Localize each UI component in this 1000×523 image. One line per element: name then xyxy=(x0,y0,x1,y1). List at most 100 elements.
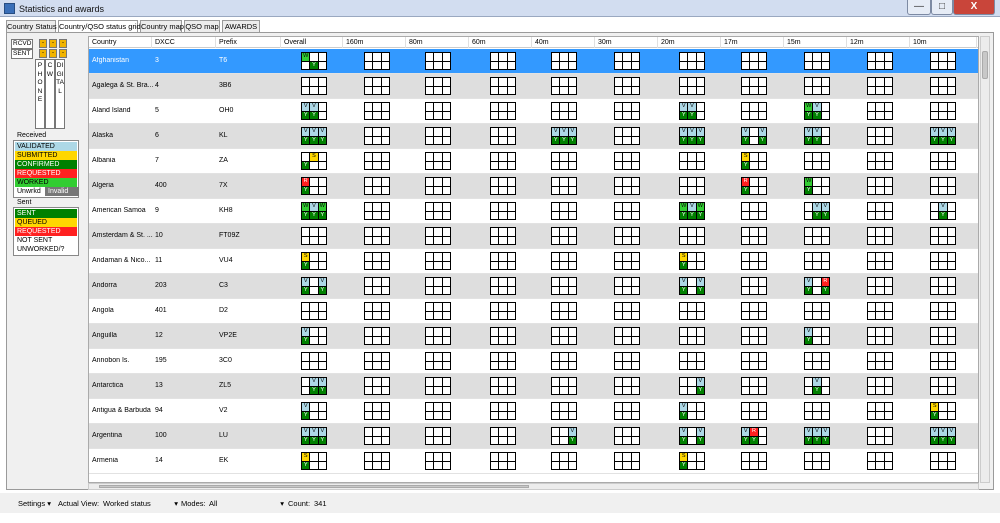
band-status-grid[interactable] xyxy=(490,227,516,245)
band-status-grid[interactable] xyxy=(867,252,893,270)
band-status-grid[interactable] xyxy=(425,77,451,95)
band-status-grid[interactable]: VVVYYY xyxy=(930,127,956,145)
band-status-grid[interactable] xyxy=(741,402,767,420)
table-row[interactable]: Amsterdam & St. ... 10 FT09Z xyxy=(89,224,978,249)
band-status-grid[interactable] xyxy=(614,452,640,470)
band-status-grid[interactable] xyxy=(804,452,830,470)
band-status-grid[interactable] xyxy=(867,52,893,70)
band-status-grid[interactable] xyxy=(364,427,390,445)
band-status-grid[interactable] xyxy=(364,327,390,345)
column-header[interactable]: Country xyxy=(89,37,152,48)
band-status-grid[interactable] xyxy=(679,302,705,320)
band-status-grid[interactable] xyxy=(490,352,516,370)
band-status-grid[interactable] xyxy=(741,102,767,120)
band-status-grid[interactable] xyxy=(804,77,830,95)
band-status-grid[interactable] xyxy=(930,152,956,170)
band-status-grid[interactable] xyxy=(614,252,640,270)
band-status-grid[interactable] xyxy=(551,377,577,395)
band-status-grid[interactable]: VVYY xyxy=(804,202,830,220)
actual-view-dropdown[interactable]: Worked status ▾ xyxy=(103,499,178,508)
band-status-grid[interactable] xyxy=(867,352,893,370)
band-status-grid[interactable] xyxy=(930,252,956,270)
band-status-grid[interactable] xyxy=(867,302,893,320)
table-row[interactable]: Armenia 14 EK S Y S Y xyxy=(89,449,978,474)
band-status-grid[interactable] xyxy=(425,277,451,295)
band-status-grid[interactable] xyxy=(490,152,516,170)
column-header[interactable]: 20m xyxy=(658,37,721,48)
band-status-grid[interactable] xyxy=(741,352,767,370)
band-status-grid[interactable] xyxy=(930,277,956,295)
table-row[interactable]: Albania 7 ZA S Y S Y xyxy=(89,149,978,174)
band-status-grid[interactable] xyxy=(425,377,451,395)
band-status-grid[interactable] xyxy=(425,302,451,320)
band-status-grid[interactable]: VVYY xyxy=(301,277,327,295)
band-status-grid[interactable] xyxy=(930,377,956,395)
table-row[interactable]: Aland Island 5 OH0 V V Y Y V V Y Y W V Y Y xyxy=(89,99,978,124)
band-status-grid[interactable] xyxy=(614,127,640,145)
band-status-grid[interactable] xyxy=(425,252,451,270)
band-status-grid[interactable] xyxy=(867,277,893,295)
band-status-grid[interactable] xyxy=(930,327,956,345)
band-status-grid[interactable] xyxy=(425,52,451,70)
band-status-grid[interactable] xyxy=(425,127,451,145)
band-status-grid[interactable]: WY xyxy=(301,52,327,70)
band-status-grid[interactable] xyxy=(490,427,516,445)
modes-dropdown[interactable]: All ▾ xyxy=(209,499,284,508)
column-header[interactable]: 12m xyxy=(847,37,910,48)
band-status-grid[interactable] xyxy=(490,452,516,470)
band-status-grid[interactable] xyxy=(425,202,451,220)
minimize-button[interactable]: — xyxy=(907,0,931,15)
band-status-grid[interactable]: RY xyxy=(741,177,767,195)
band-status-grid[interactable] xyxy=(804,152,830,170)
band-status-grid[interactable]: SY xyxy=(301,252,327,270)
band-status-grid[interactable] xyxy=(301,77,327,95)
tab-country-status[interactable]: Country Status xyxy=(6,20,57,32)
band-status-grid[interactable] xyxy=(741,452,767,470)
band-status-grid[interactable] xyxy=(930,302,956,320)
close-button[interactable]: X xyxy=(953,0,995,15)
band-status-grid[interactable] xyxy=(425,427,451,445)
band-status-grid[interactable] xyxy=(425,102,451,120)
band-status-grid[interactable] xyxy=(614,427,640,445)
band-status-grid[interactable]: VVVYYY xyxy=(804,427,830,445)
band-status-grid[interactable] xyxy=(867,77,893,95)
band-status-grid[interactable] xyxy=(551,102,577,120)
band-status-grid[interactable] xyxy=(490,127,516,145)
band-status-grid[interactable] xyxy=(364,252,390,270)
band-status-grid[interactable] xyxy=(425,402,451,420)
band-status-grid[interactable] xyxy=(741,202,767,220)
band-status-grid[interactable] xyxy=(867,177,893,195)
band-status-grid[interactable] xyxy=(741,277,767,295)
band-status-grid[interactable] xyxy=(301,302,327,320)
band-status-grid[interactable] xyxy=(551,252,577,270)
band-status-grid[interactable]: VY xyxy=(301,402,327,420)
band-status-grid[interactable] xyxy=(364,52,390,70)
band-status-grid[interactable]: SY xyxy=(679,252,705,270)
table-row[interactable]: Afghanistan 3 T6 W Y xyxy=(89,49,978,74)
band-status-grid[interactable] xyxy=(867,152,893,170)
band-status-grid[interactable]: VVYY xyxy=(301,377,327,395)
band-status-grid[interactable] xyxy=(364,277,390,295)
column-header[interactable]: 15m xyxy=(784,37,847,48)
band-status-grid[interactable] xyxy=(551,77,577,95)
table-row[interactable]: Andorra 203 C3 V V Y Y V V Y Y V R Y Y xyxy=(89,274,978,299)
band-status-grid[interactable] xyxy=(741,52,767,70)
status-grid[interactable]: Country DXCC Prefix Overall 160m 80m 60m 40m 30m… xyxy=(88,36,979,483)
band-status-grid[interactable] xyxy=(364,402,390,420)
band-status-grid[interactable] xyxy=(551,302,577,320)
band-status-grid[interactable] xyxy=(741,377,767,395)
band-status-grid[interactable] xyxy=(741,227,767,245)
vertical-scrollbar[interactable] xyxy=(980,36,990,483)
band-status-grid[interactable] xyxy=(301,227,327,245)
table-row[interactable]: Alaska 6 KL V V V Y Y Y V V V Y Y Y V V V Y Y Y V V Y Y V V Y Y V V V Y Y… xyxy=(89,124,978,149)
band-status-grid[interactable] xyxy=(679,227,705,245)
band-status-grid[interactable] xyxy=(804,52,830,70)
band-status-grid[interactable]: VVYY xyxy=(679,427,705,445)
band-status-grid[interactable]: VVVYYY xyxy=(551,127,577,145)
table-row[interactable]: Antarctica 13 ZL5 V V Y Y V Y V Y xyxy=(89,374,978,399)
band-status-grid[interactable] xyxy=(551,202,577,220)
vertical-scroll-thumb[interactable] xyxy=(982,51,988,79)
band-status-grid[interactable] xyxy=(804,352,830,370)
band-status-grid[interactable] xyxy=(679,77,705,95)
band-status-grid[interactable] xyxy=(614,52,640,70)
